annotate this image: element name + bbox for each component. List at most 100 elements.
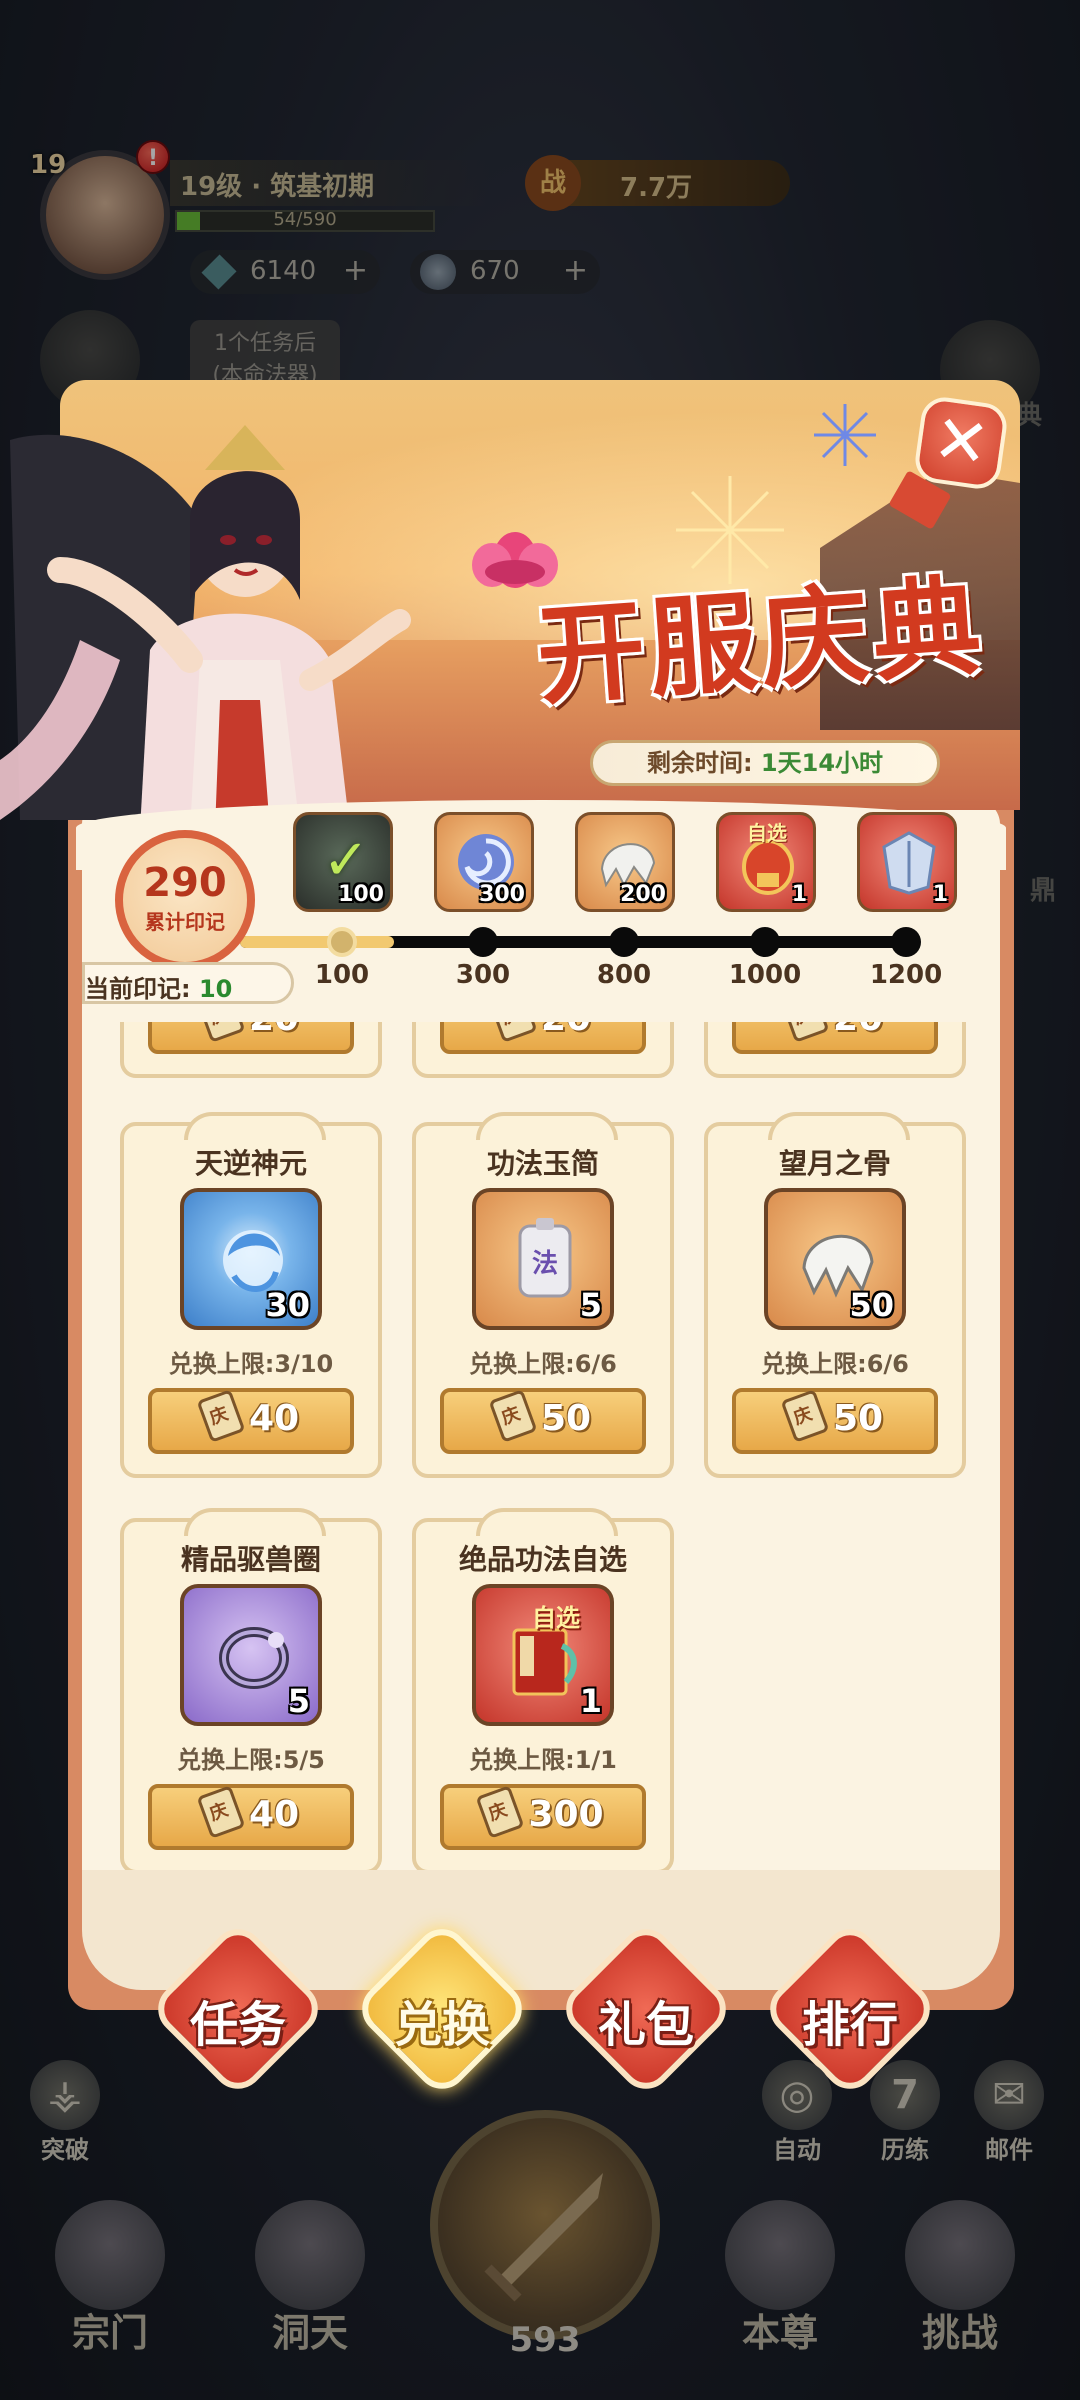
close-icon: ✕: [928, 399, 994, 484]
beast-ring-graphic: [219, 1627, 289, 1689]
milestone-reward-1200[interactable]: 1: [857, 812, 957, 912]
exchange-limit: 兑换上限:1/1: [469, 1746, 617, 1774]
beast-ring-icon: 5: [180, 1584, 322, 1726]
milestone-reward-1000[interactable]: 自选 1: [716, 812, 816, 912]
milestone-reward-100[interactable]: ✓ 100: [293, 812, 393, 912]
exchange-card-partial[interactable]: 20: [704, 1022, 966, 1078]
tab-gift-packs-label[interactable]: 礼包: [566, 1985, 726, 2055]
nav-cave[interactable]: 洞天: [240, 2200, 380, 2360]
mark-scroll-icon: [196, 1022, 246, 1043]
price-value: 300: [528, 1794, 604, 1835]
exchange-price-button[interactable]: 20: [148, 1022, 354, 1054]
exchange-price-button[interactable]: 40: [148, 1784, 354, 1850]
auto-button[interactable]: ◎ 自动: [752, 2060, 842, 2165]
reward-select-tag: 自选: [747, 821, 787, 845]
current-marks-label: 当前印记:: [85, 975, 199, 1003]
remaining-time-label: 剩余时间:: [646, 749, 761, 777]
reward-count: 200: [620, 882, 666, 907]
item-quantity: 50: [849, 1286, 894, 1324]
price-value: 20: [833, 1022, 883, 1039]
item-name: 望月之骨: [778, 1147, 891, 1180]
tab-exchange-label[interactable]: 兑换: [362, 1985, 522, 2055]
item-name: 天逆神元: [194, 1147, 307, 1180]
item-quantity: 1: [579, 1682, 602, 1720]
training-badge: 7: [870, 2060, 940, 2130]
nav-cave-label: 洞天: [271, 2310, 348, 2355]
auto-label: 自动: [773, 2136, 821, 2164]
item-name: 精品驱兽圈: [180, 1543, 321, 1576]
current-marks-value: 10: [198, 975, 233, 1003]
mail-icon: ✉: [974, 2060, 1044, 2130]
exchange-card-technique-select[interactable]: 绝品功法自选 自选 1 兑换上限:1/1 300: [412, 1508, 674, 1872]
milestone-node-1000: [750, 927, 780, 957]
breakthrough-button[interactable]: ⚶ 突破: [20, 2060, 110, 2165]
price-value: 40: [248, 1794, 300, 1835]
marks-progress-fill: [240, 936, 395, 948]
milestone-label: 1000: [728, 960, 802, 990]
mail-label: 邮件: [985, 2136, 1033, 2164]
goddess-character-illustration: [0, 425, 411, 830]
current-marks: 当前印记: 10: [82, 962, 294, 1004]
milestone-node-800: [609, 927, 639, 957]
milestone-node-100: [327, 927, 357, 957]
reward-count: 300: [479, 882, 525, 907]
exchange-card-partial[interactable]: 20: [120, 1022, 382, 1078]
exchange-limit: 兑换上限:5/5: [177, 1746, 325, 1774]
exchange-price-button[interactable]: 20: [732, 1022, 938, 1054]
reward-count: 100: [338, 882, 384, 907]
exchange-price-button[interactable]: 50: [732, 1388, 938, 1454]
reward-count: 1: [791, 882, 807, 907]
tab-ranking-label[interactable]: 排行: [770, 1985, 930, 2055]
jade-slip-graphic: 法: [518, 1218, 572, 1298]
price-value: 20: [541, 1022, 591, 1039]
nav-self-label: 本尊: [741, 2310, 818, 2355]
tab-tasks-label[interactable]: 任务: [158, 1985, 318, 2055]
nav-sect[interactable]: 宗门: [40, 2200, 180, 2360]
nav-self[interactable]: 本尊: [710, 2200, 850, 2360]
milestone-label: 1200: [869, 960, 943, 990]
exchange-price-button[interactable]: 300: [440, 1784, 646, 1850]
exchange-card-tianni-shenyuan[interactable]: 天逆神元 30 兑换上限:3/10 40: [120, 1112, 382, 1478]
sect-icon: [55, 2200, 165, 2310]
mail-button[interactable]: ✉ 邮件: [964, 2060, 1054, 2165]
exchange-card-partial[interactable]: 20: [412, 1022, 674, 1078]
training-button[interactable]: 7 历练: [860, 2060, 950, 2165]
breakthrough-icon: ⚶: [30, 2060, 100, 2130]
self-portrait-icon: [725, 2200, 835, 2310]
exchange-price-button[interactable]: 50: [440, 1388, 646, 1454]
spirit-orb-icon: 30: [180, 1188, 322, 1330]
auto-icon: ◎: [762, 2060, 832, 2130]
milestone-node-1200: [891, 927, 921, 957]
total-marks-label: 累计印记: [145, 910, 225, 934]
exchange-price-button[interactable]: 20: [440, 1022, 646, 1054]
jade-slip-glyph: 法: [532, 1249, 558, 1279]
mark-scroll-icon: [780, 1022, 830, 1043]
milestone-reward-800[interactable]: 200: [575, 812, 675, 912]
milestone-label: 800: [596, 960, 652, 990]
total-marks-badge: 290 累计印记: [115, 830, 255, 970]
mark-scroll-icon: [196, 1785, 246, 1839]
technique-book-icon: 自选 1: [472, 1584, 614, 1726]
milestone-node-300: [468, 927, 498, 957]
reward-count: 1: [932, 882, 948, 907]
price-value: 50: [832, 1398, 884, 1439]
mark-scroll-icon: [780, 1389, 830, 1443]
milestone-reward-300[interactable]: 300: [434, 812, 534, 912]
attack-count: 593: [509, 2320, 581, 2360]
nav-challenge[interactable]: 挑战: [890, 2200, 1030, 2360]
challenge-icon: [905, 2200, 1015, 2310]
main-attack-button[interactable]: [430, 2110, 660, 2340]
cave-icon: [255, 2200, 365, 2310]
nav-sect-label: 宗门: [71, 2310, 148, 2355]
milestone-label: 300: [455, 960, 511, 990]
exchange-card-gongfa-yujian[interactable]: 功法玉简 法 5 兑换上限:6/6 50: [412, 1112, 674, 1478]
total-marks-value: 290: [143, 860, 227, 906]
exchange-card-beast-ring[interactable]: 精品驱兽圈 5 兑换上限:5/5 40: [120, 1508, 382, 1872]
exchange-price-button[interactable]: 40: [148, 1388, 354, 1454]
close-button[interactable]: ✕: [912, 394, 1010, 492]
exchange-item-list[interactable]: 20 20 20 天逆神元 30 兑换上限:3/10 40 功法玉简 法 5: [82, 1022, 1000, 1872]
item-name: 绝品功法自选: [458, 1543, 627, 1576]
firework-small-icon: [814, 404, 876, 466]
exchange-card-wangyue-zhigu[interactable]: 望月之骨 50 兑换上限:6/6 50: [704, 1112, 966, 1478]
milestone-label: 100: [314, 960, 370, 990]
